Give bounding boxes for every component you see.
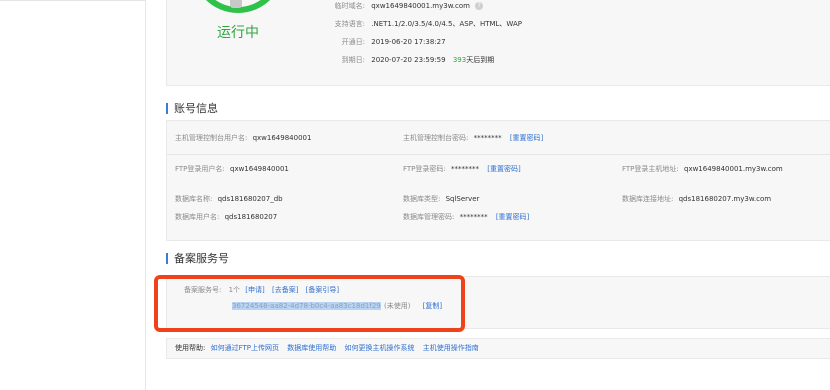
expire-date-label: 到期日:: [341, 56, 365, 64]
db-name-label: 数据库名称:: [175, 195, 213, 203]
db-pwd-row: 数据库管理密码: ******** [重置密码]: [403, 212, 529, 222]
db-addr-row: 数据库连接地址: qds181680207.my3w.com: [622, 194, 771, 204]
language-label: 支持语言:: [334, 20, 365, 28]
ftp-pwd-reset-link[interactable]: [重置密码]: [487, 165, 520, 173]
service-code-row: 36724548-aa82-4d78-b0c4-aa83c18d1f29 (未使…: [232, 301, 442, 311]
db-addr-value: qds181680207.my3w.com: [678, 195, 772, 203]
ftp-pwd-row: FTP登录密码: ******** [重置密码]: [403, 164, 521, 174]
expire-date-row: 到期日: 2020-07-20 23:59:59 393天后到期: [317, 55, 495, 65]
db-pwd-label: 数据库管理密码:: [403, 213, 455, 221]
db-user-value: qds181680207: [224, 213, 278, 221]
ftp-user-value: qxw1649840001: [230, 165, 289, 173]
open-date-label: 开通日:: [341, 38, 365, 46]
db-user-label: 数据库用户名:: [175, 213, 220, 221]
ftp-host-label: FTP登录主机地址:: [622, 165, 679, 173]
help-label: 使用帮助:: [175, 344, 206, 352]
language-value: .NET1.1/2.0/3.5/4.0/4.5、ASP、HTML、WAP: [371, 20, 522, 28]
ftp-user-row: FTP登录用户名: qxw1649840001: [175, 164, 289, 174]
host-pwd-reset-link[interactable]: [重置密码]: [510, 134, 543, 142]
filing-apply-link[interactable]: [申请]: [245, 286, 264, 294]
db-pwd-reset-link[interactable]: [重置密码]: [496, 213, 529, 221]
sidebar-divider: [0, 0, 146, 1]
ftp-user-label: FTP登录用户名:: [175, 165, 225, 173]
temp-domain-row: 临时域名: qxw1649840001.my3w.com ?: [317, 1, 484, 11]
ftp-pwd-label: FTP登录密码:: [403, 165, 446, 173]
host-user-label: 主机管理控制台用户名:: [175, 134, 248, 142]
db-user-row: 数据库用户名: qds181680207: [175, 212, 277, 222]
account-panel: 主机管理控制台用户名: qxw1649840001 主机管理控制台密码: ***…: [166, 120, 830, 241]
days-remaining: 393: [452, 56, 467, 64]
help-bar: 使用帮助: 如何通过FTP上传网页 数据库使用帮助 如何更换主机操作系统 主机使…: [166, 338, 830, 359]
ftp-pwd-value: ********: [451, 165, 479, 173]
filing-section-title: 备案服务号: [166, 253, 229, 264]
help-icon[interactable]: ?: [475, 2, 484, 10]
db-type-row: 数据库类型: SqlServer: [403, 194, 479, 204]
account-divider: [167, 154, 830, 155]
account-section-title: 账号信息: [166, 103, 218, 114]
ftp-host-value: qxw1649840001.my3w.com: [684, 165, 783, 173]
expire-date-value: 2020-07-20 23:59:59: [371, 56, 446, 64]
service-code-status: (未使用): [383, 302, 411, 310]
filing-guide-link[interactable]: [备案引导]: [306, 286, 339, 294]
db-type-value: SqlServer: [445, 195, 480, 203]
left-sidebar: [0, 0, 146, 390]
days-suffix: 天后到期: [466, 56, 495, 64]
db-name-value: qds181680207_db: [217, 195, 283, 203]
open-date-row: 开通日: 2019-06-20 17:38:27: [317, 37, 446, 47]
temp-domain-label: 临时域名:: [334, 2, 365, 10]
running-status: 运行中: [217, 25, 259, 41]
help-link-database[interactable]: 数据库使用帮助: [287, 344, 336, 352]
db-addr-label: 数据库连接地址:: [622, 195, 674, 203]
service-code-value[interactable]: 36724548-aa82-4d78-b0c4-aa83c18d1f29: [232, 302, 381, 310]
filing-label: 备案服务号:: [184, 286, 222, 294]
help-link-host-guide[interactable]: 主机使用操作指南: [423, 344, 479, 352]
host-pwd-label: 主机管理控制台密码:: [403, 134, 469, 142]
filing-panel: 备案服务号: 1个 [申请] [去备案] [备案引导] 36724548-aa8…: [166, 276, 830, 329]
filing-count: 1个: [228, 286, 241, 294]
host-pwd-value: ********: [473, 134, 502, 142]
host-pwd-row: 主机管理控制台密码: ******** [重置密码]: [403, 133, 543, 143]
host-user-row: 主机管理控制台用户名: qxw1649840001: [175, 133, 311, 143]
server-icon: [230, 0, 242, 8]
host-status-panel: 运行中 临时域名: qxw1649840001.my3w.com ? 支持语言:…: [166, 0, 830, 86]
ftp-host-row: FTP登录主机地址: qxw1649840001.my3w.com: [622, 164, 783, 174]
language-row: 支持语言: .NET1.1/2.0/3.5/4.0/4.5、ASP、HTML、W…: [317, 19, 522, 29]
help-link-ftp-upload[interactable]: 如何通过FTP上传网页: [211, 344, 279, 352]
filing-row: 备案服务号: 1个 [申请] [去备案] [备案引导]: [184, 285, 339, 295]
help-link-change-os[interactable]: 如何更换主机操作系统: [344, 344, 414, 352]
copy-link[interactable]: [复制]: [423, 302, 442, 310]
go-filing-link[interactable]: [去备案]: [272, 286, 298, 294]
db-type-label: 数据库类型:: [403, 195, 441, 203]
host-user-value: qxw1649840001: [252, 134, 312, 142]
db-name-row: 数据库名称: qds181680207_db: [175, 194, 283, 204]
db-pwd-value: ********: [459, 213, 488, 221]
open-date-value: 2019-06-20 17:38:27: [371, 38, 446, 46]
temp-domain-value: qxw1649840001.my3w.com: [371, 2, 470, 10]
